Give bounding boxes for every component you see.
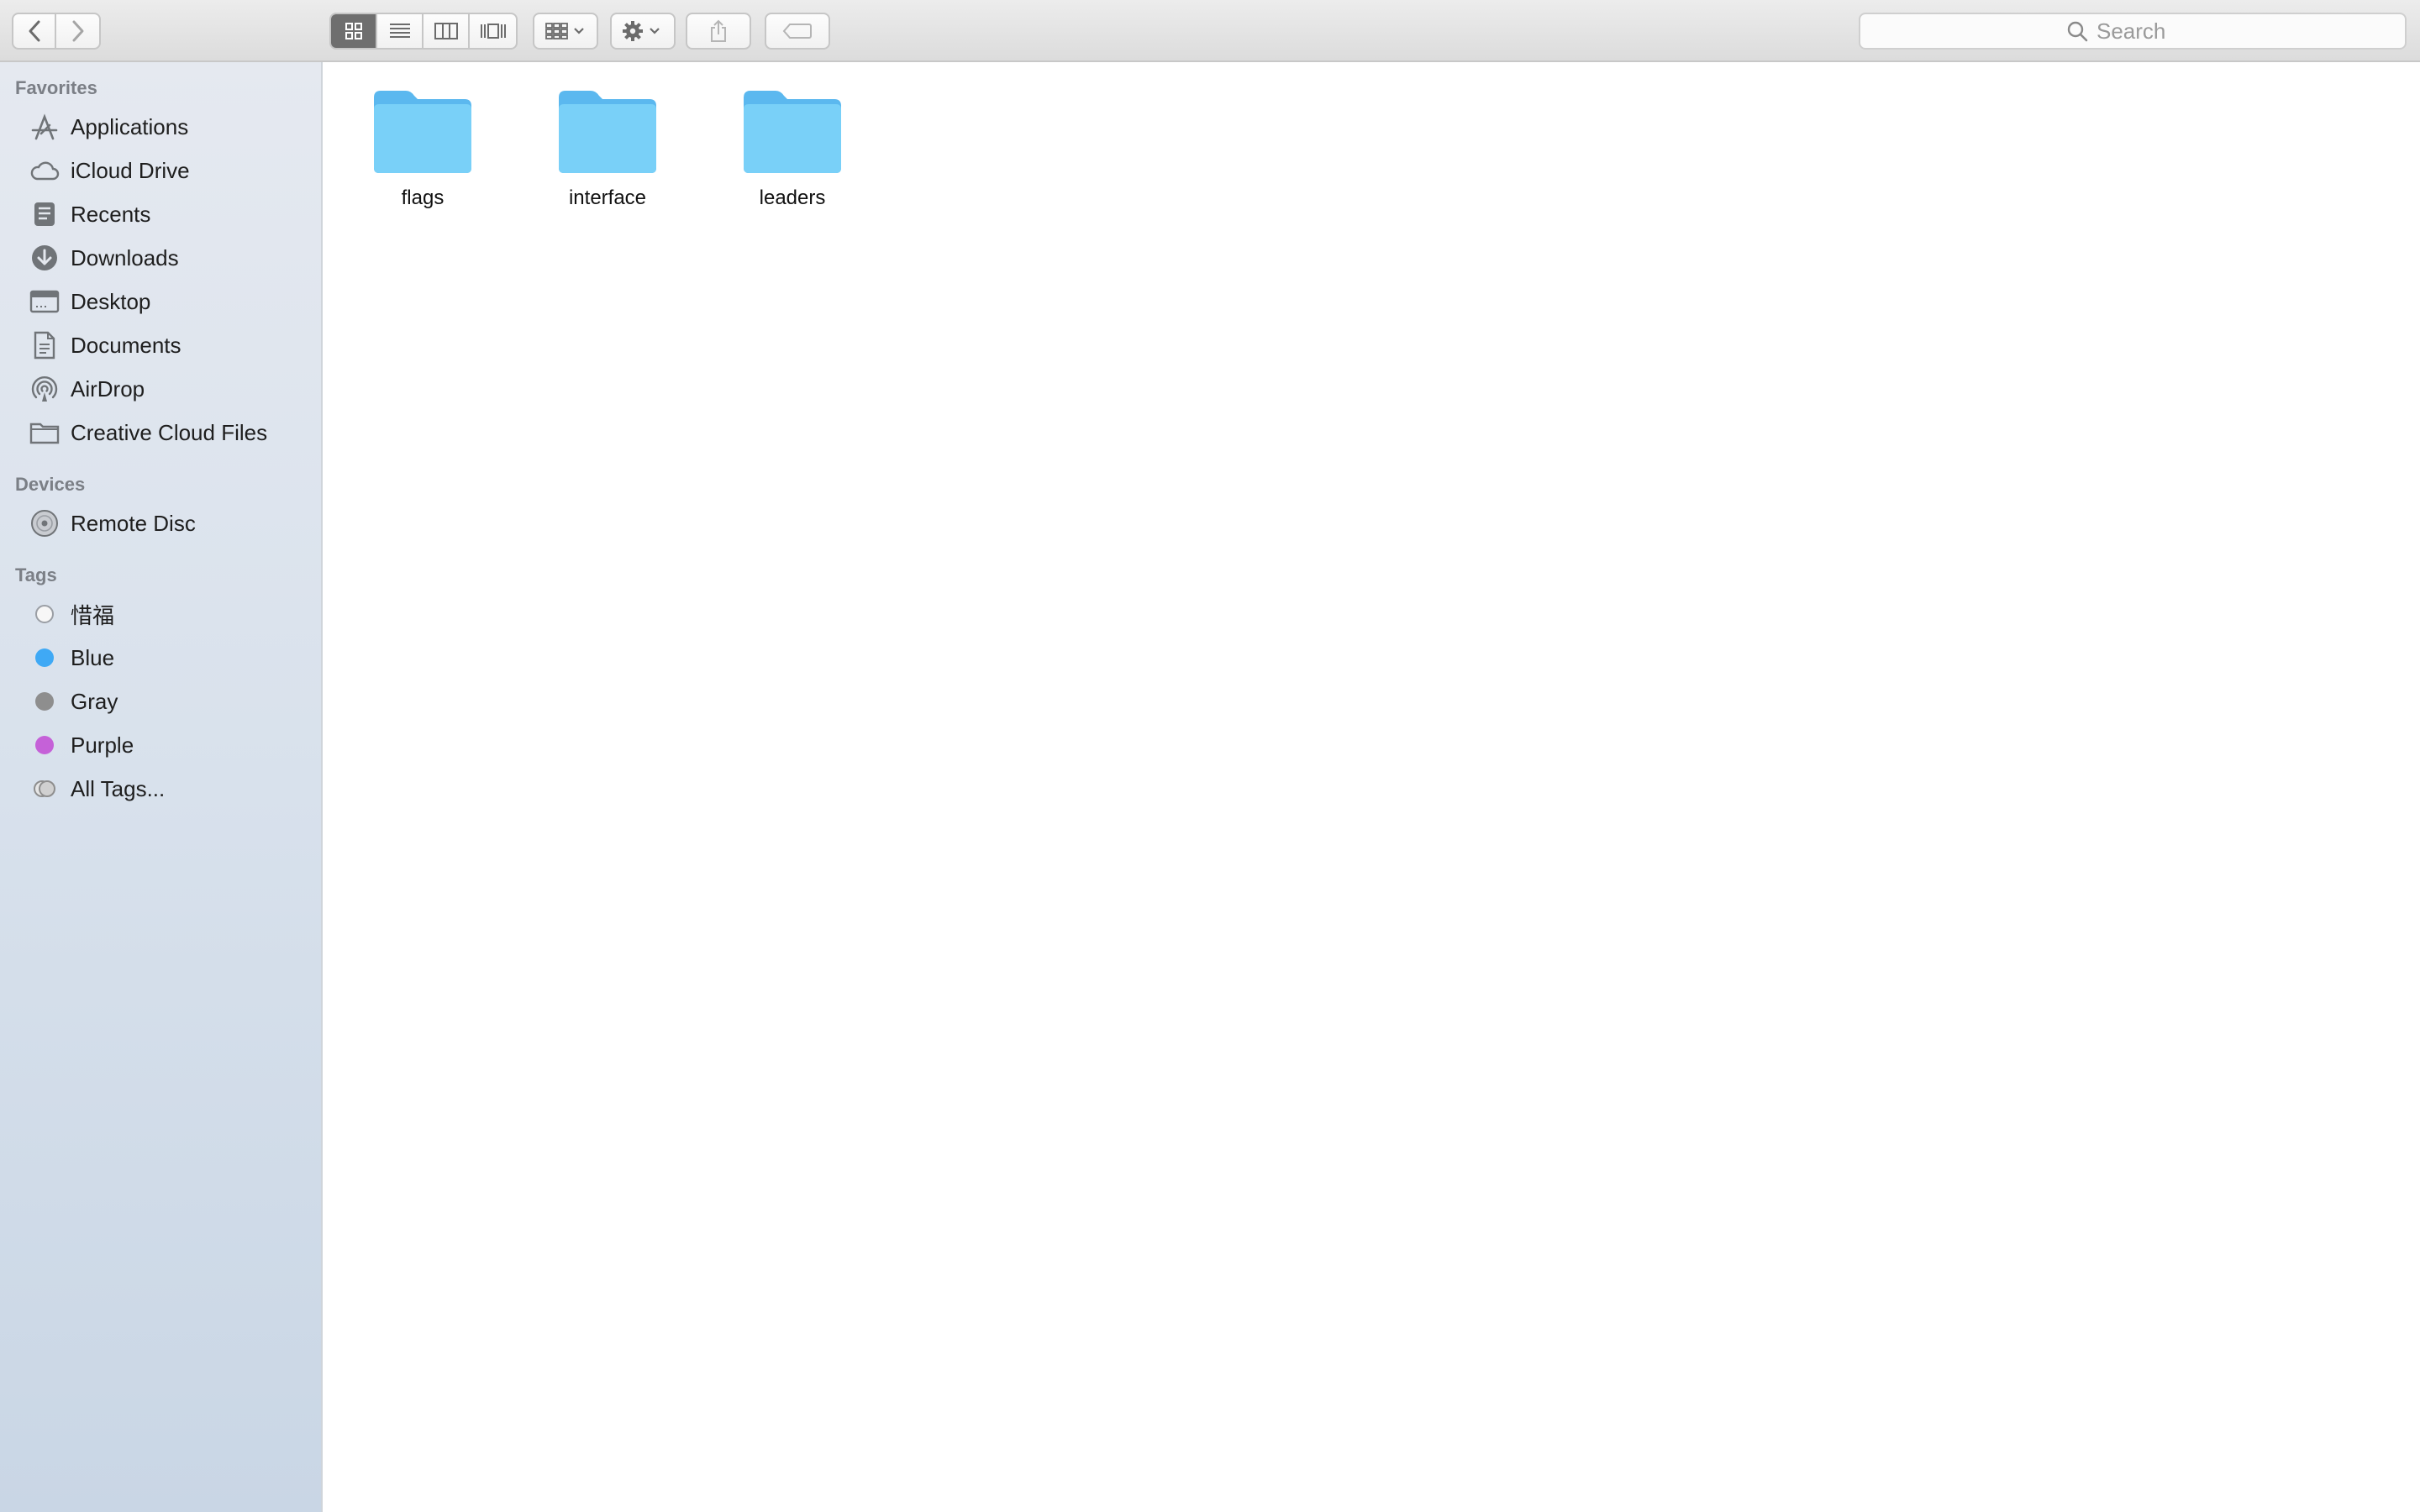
tag-dot-icon <box>29 729 60 761</box>
sidebar-item-label: Documents <box>71 332 182 358</box>
search-input[interactable] <box>2095 17 2199 45</box>
airdrop-icon <box>29 373 60 405</box>
share-icon <box>711 19 726 42</box>
sidebar-item-airdrop[interactable]: AirDrop <box>29 370 314 408</box>
applications-icon <box>29 111 60 143</box>
folder-item[interactable]: flags <box>347 87 498 230</box>
tag-dot-icon <box>29 598 60 630</box>
disc-icon <box>29 507 60 539</box>
view-mode-control <box>329 13 518 50</box>
edit-tags-button[interactable] <box>765 13 830 50</box>
sidebar-item-label: 惜福 <box>71 602 115 628</box>
folder-item[interactable]: leaders <box>717 87 868 230</box>
folder-icon <box>374 91 471 173</box>
sidebar-tag-purple[interactable]: Purple <box>29 726 314 764</box>
download-icon <box>29 242 60 274</box>
group-grid-icon <box>545 23 584 39</box>
sidebar-item-downloads[interactable]: Downloads <box>29 239 314 277</box>
search-field[interactable] <box>1859 13 2407 50</box>
folder-icon <box>29 417 60 449</box>
list-view-button[interactable] <box>377 14 424 48</box>
sidebar-item-label: iCloud Drive <box>71 157 190 183</box>
sidebar-item-label: Remote Disc <box>71 510 196 536</box>
sidebar-item-label: Gray <box>71 688 118 714</box>
sidebar-item-label: Creative Cloud Files <box>71 419 268 445</box>
gallery-icon <box>480 24 506 39</box>
sidebar-item-label: Blue <box>71 644 115 670</box>
folder-item[interactable]: interface <box>532 87 683 230</box>
sidebar-item-label: Recents <box>71 201 151 227</box>
sidebar-item-icloud-drive[interactable]: iCloud Drive <box>29 151 314 190</box>
chevron-left-icon <box>29 20 39 42</box>
folder-name: flags <box>401 186 445 209</box>
tags-section-title: Tags <box>15 564 57 585</box>
sidebar-all-tags[interactable]: All Tags... <box>29 769 314 808</box>
documents-icon <box>29 329 60 361</box>
gallery-view-button[interactable] <box>470 14 516 48</box>
desktop-icon <box>29 286 60 318</box>
group-by-button[interactable] <box>533 13 598 50</box>
search-icon <box>2067 21 2088 42</box>
sidebar-tag-gray[interactable]: Gray <box>29 682 314 721</box>
tag-dot-icon <box>29 685 60 717</box>
chevron-right-icon <box>72 20 83 42</box>
folder-icon <box>559 91 656 173</box>
sidebar-item-creative-cloud-files[interactable]: Creative Cloud Files <box>29 413 314 452</box>
navigation-buttons <box>12 13 101 50</box>
folder-name: leaders <box>759 186 826 209</box>
sidebar-item-label: Applications <box>71 113 189 139</box>
recents-icon <box>29 198 60 230</box>
sidebar-tag-blue[interactable]: Blue <box>29 638 314 677</box>
sidebar-item-desktop[interactable]: Desktop <box>29 282 314 321</box>
devices-section-title: Devices <box>15 474 86 495</box>
all-tags-icon <box>29 773 60 805</box>
sidebar-item-label: Desktop <box>71 288 151 314</box>
tag-icon <box>782 24 812 39</box>
sidebar-item-label: AirDrop <box>71 375 145 402</box>
share-button[interactable] <box>686 13 751 50</box>
sidebar-item-remote-disc[interactable]: Remote Disc <box>29 504 314 543</box>
toolbar <box>0 0 2420 62</box>
folder-icon <box>744 91 841 173</box>
favorites-section-title: Favorites <box>15 77 97 98</box>
cloud-icon <box>29 155 60 186</box>
forward-button[interactable] <box>56 14 99 48</box>
tag-dot-icon <box>29 642 60 674</box>
sidebar-item-label: Downloads <box>71 244 179 270</box>
icon-view-button[interactable] <box>331 14 378 48</box>
action-menu-button[interactable] <box>610 13 676 50</box>
column-view-button[interactable] <box>424 14 471 48</box>
sidebar-item-applications[interactable]: Applications <box>29 108 314 146</box>
grid-icon <box>345 23 362 39</box>
list-icon <box>389 24 410 38</box>
sidebar-item-recents[interactable]: Recents <box>29 195 314 234</box>
sidebar-item-label: All Tags... <box>71 775 166 801</box>
columns-icon <box>434 23 458 39</box>
gear-icon <box>623 21 660 41</box>
back-button[interactable] <box>13 14 57 48</box>
file-browser: flags interface leaders <box>323 62 2420 1512</box>
finder-window: Favorites Applications iCloud Drive Rece… <box>0 0 2420 1512</box>
sidebar-item-documents[interactable]: Documents <box>29 326 314 365</box>
folder-name: interface <box>568 186 647 209</box>
sidebar-item-label: Purple <box>71 732 134 758</box>
sidebar: Favorites Applications iCloud Drive Rece… <box>0 62 323 1512</box>
sidebar-tag-xifu[interactable]: 惜福 <box>29 595 314 633</box>
